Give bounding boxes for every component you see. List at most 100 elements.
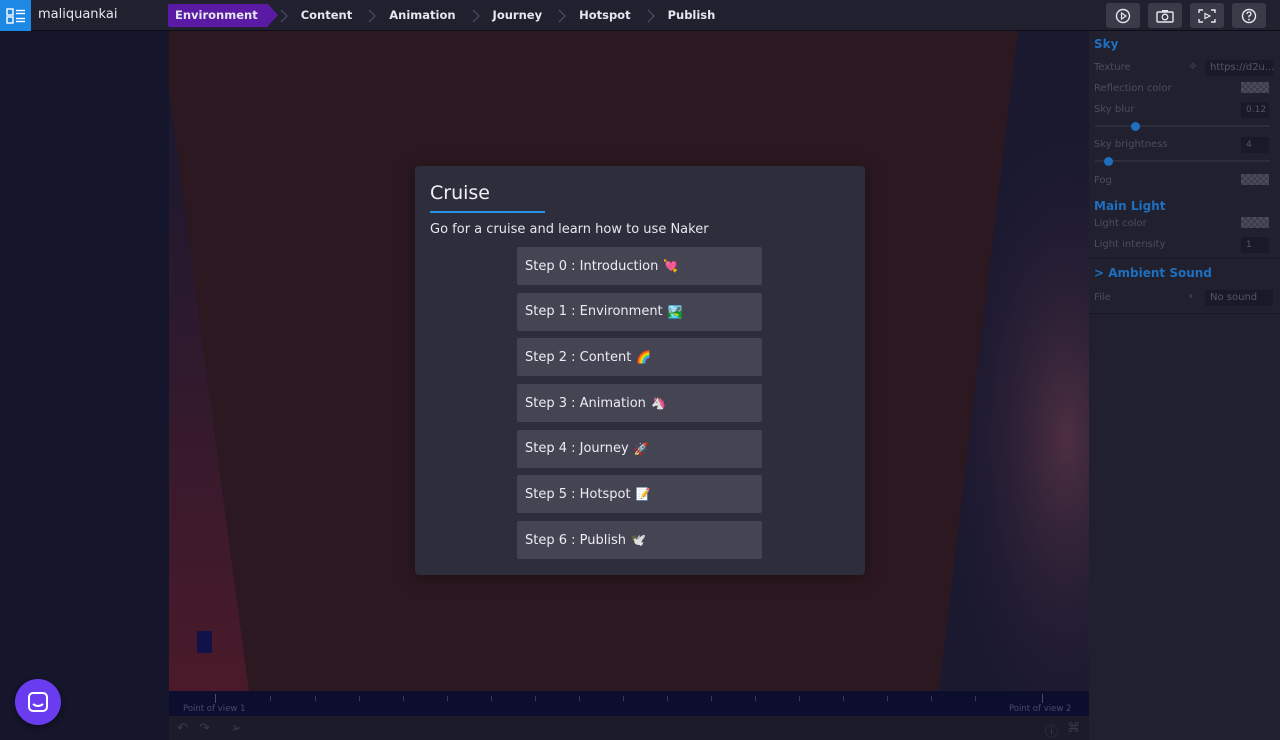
step-6-button[interactable]: Step 6 : Publish 🕊️: [517, 521, 762, 560]
timeline-tick: [535, 696, 536, 701]
tab-journey[interactable]: Journey: [486, 4, 553, 27]
help-icon[interactable]: [1232, 3, 1266, 28]
title-underline: [430, 211, 545, 213]
timeline[interactable]: Point of view 1 Point of view 2: [169, 691, 1089, 716]
command-icon[interactable]: ⌘: [1067, 721, 1080, 736]
undo-icon[interactable]: ↶: [177, 721, 188, 736]
texture-icon[interactable]: ✥: [1189, 62, 1197, 72]
timeline-tick: [799, 696, 800, 701]
texture-label: Texture: [1094, 62, 1131, 73]
timeline-tick: [579, 696, 580, 701]
timeline-tick: [215, 694, 216, 703]
reflection-color-label: Reflection color: [1094, 83, 1172, 94]
timeline-tick: [270, 696, 271, 701]
tab-environment[interactable]: Environment: [168, 4, 278, 27]
fog-color-swatch[interactable]: [1241, 174, 1269, 185]
tab-animation[interactable]: Animation: [382, 4, 465, 27]
step-0-button[interactable]: Step 0 : Introduction 💘: [517, 247, 762, 285]
sky-brightness-value[interactable]: 4: [1241, 137, 1269, 153]
light-intensity-label: Light intensity: [1094, 239, 1166, 250]
main-light-section-title[interactable]: Main Light: [1094, 199, 1166, 213]
timeline-start-label[interactable]: Point of view 1: [183, 704, 245, 714]
sky-blur-slider[interactable]: [1095, 121, 1270, 131]
timeline-tick: [711, 696, 712, 701]
cruise-dialog: Cruise Go for a cruise and learn how to …: [415, 166, 865, 575]
slider-thumb[interactable]: [1131, 121, 1140, 131]
section-divider: [1089, 313, 1280, 314]
chat-launcher-button[interactable]: [15, 679, 61, 725]
menu-grid-icon[interactable]: [0, 0, 31, 31]
breadcrumb: Environment Content Animation Journey Ho…: [168, 4, 725, 27]
timeline-tick: [315, 696, 316, 701]
fog-label: Fog: [1094, 175, 1112, 186]
chevron-right-icon: [552, 4, 572, 27]
play-circle-icon[interactable]: [1106, 3, 1140, 28]
timeline-tick: [447, 696, 448, 701]
light-color-label: Light color: [1094, 218, 1147, 229]
toolbar: [1106, 3, 1266, 28]
timeline-tick: [667, 696, 668, 701]
timeline-tick: [623, 696, 624, 701]
memo-icon: 📝: [635, 487, 651, 502]
step-4-button[interactable]: Step 4 : Journey 🚀: [517, 429, 762, 468]
sky-section-title[interactable]: Sky: [1094, 37, 1118, 51]
step-1-button[interactable]: Step 1 : Environment 🏞️: [517, 292, 762, 331]
step-list: Step 0 : Introduction 💘 Step 1 : Environm…: [517, 247, 762, 567]
light-intensity-value[interactable]: 1: [1241, 237, 1269, 253]
chat-icon: [28, 692, 48, 712]
tab-hotspot[interactable]: Hotspot: [572, 4, 641, 27]
redo-icon[interactable]: ↷: [199, 721, 210, 736]
rainbow-icon: 🌈: [636, 350, 652, 365]
step-5-button[interactable]: Step 5 : Hotspot 📝: [517, 475, 762, 514]
chevron-right-icon: [362, 4, 382, 27]
timeline-tick: [491, 696, 492, 701]
step-2-button[interactable]: Step 2 : Content 🌈: [517, 338, 762, 377]
landscape-icon: 🏞️: [667, 304, 683, 319]
tab-publish[interactable]: Publish: [661, 4, 726, 27]
light-color-swatch[interactable]: [1241, 217, 1269, 228]
fullscreen-icon[interactable]: [1190, 3, 1224, 28]
sound-file-field[interactable]: No sound: [1205, 290, 1273, 306]
timeline-tick: [931, 696, 932, 701]
rocket-icon: 🚀: [633, 441, 649, 456]
section-divider: [1089, 258, 1280, 259]
sky-brightness-label: Sky brightness: [1094, 139, 1168, 150]
info-icon[interactable]: ⓘ: [1045, 721, 1058, 740]
sky-blur-value[interactable]: 0.12: [1241, 102, 1269, 118]
tab-content[interactable]: Content: [294, 4, 363, 27]
dove-icon: 🕊️: [631, 533, 646, 548]
timeline-tick: [887, 696, 888, 701]
dialog-description: Go for a cruise and learn how to use Nak…: [430, 222, 709, 237]
dialog-title: Cruise: [430, 182, 490, 204]
heart-icon: 💘: [663, 259, 679, 273]
step-label: Step 1 : Environment: [525, 304, 663, 320]
speaker-icon: 🔈︎: [1189, 291, 1195, 302]
camera-icon[interactable]: [1148, 3, 1182, 28]
ambient-sound-section-title[interactable]: > Ambient Sound: [1094, 266, 1212, 280]
file-label: File: [1094, 292, 1111, 303]
step-label: Step 5 : Hotspot: [525, 486, 631, 502]
timeline-tick: [1042, 694, 1043, 703]
timeline-tick: [755, 696, 756, 701]
unicorn-icon: 🦄: [650, 396, 666, 411]
sky-brightness-slider[interactable]: [1095, 156, 1270, 166]
reflection-color-swatch[interactable]: [1241, 82, 1269, 93]
step-label: Step 6 : Publish: [525, 532, 626, 548]
texture-url-field[interactable]: https://d2u...: [1205, 60, 1274, 76]
bottom-bar: ↶ ↷ ➢ ⓘ ⌘: [169, 716, 1089, 740]
step-label: Step 4 : Journey: [525, 441, 629, 457]
slider-thumb[interactable]: [1104, 156, 1113, 166]
send-icon[interactable]: ➢: [231, 721, 242, 736]
chevron-right-icon: [466, 4, 486, 27]
step-3-button[interactable]: Step 3 : Animation 🦄: [517, 384, 762, 423]
app-title: maliquankai: [38, 7, 118, 22]
left-pane: [0, 31, 169, 740]
sky-blur-label: Sky blur: [1094, 104, 1135, 115]
timeline-tick: [843, 696, 844, 701]
step-label: Step 2 : Content: [525, 349, 632, 365]
timeline-end-label[interactable]: Point of view 2: [1009, 704, 1071, 714]
top-bar: maliquankai Environment Content Animatio…: [0, 0, 1280, 31]
step-label: Step 3 : Animation: [525, 395, 646, 411]
chevron-right-icon: [641, 4, 661, 27]
properties-panel: Sky Texture ✥ https://d2u... Reflection …: [1089, 31, 1280, 740]
